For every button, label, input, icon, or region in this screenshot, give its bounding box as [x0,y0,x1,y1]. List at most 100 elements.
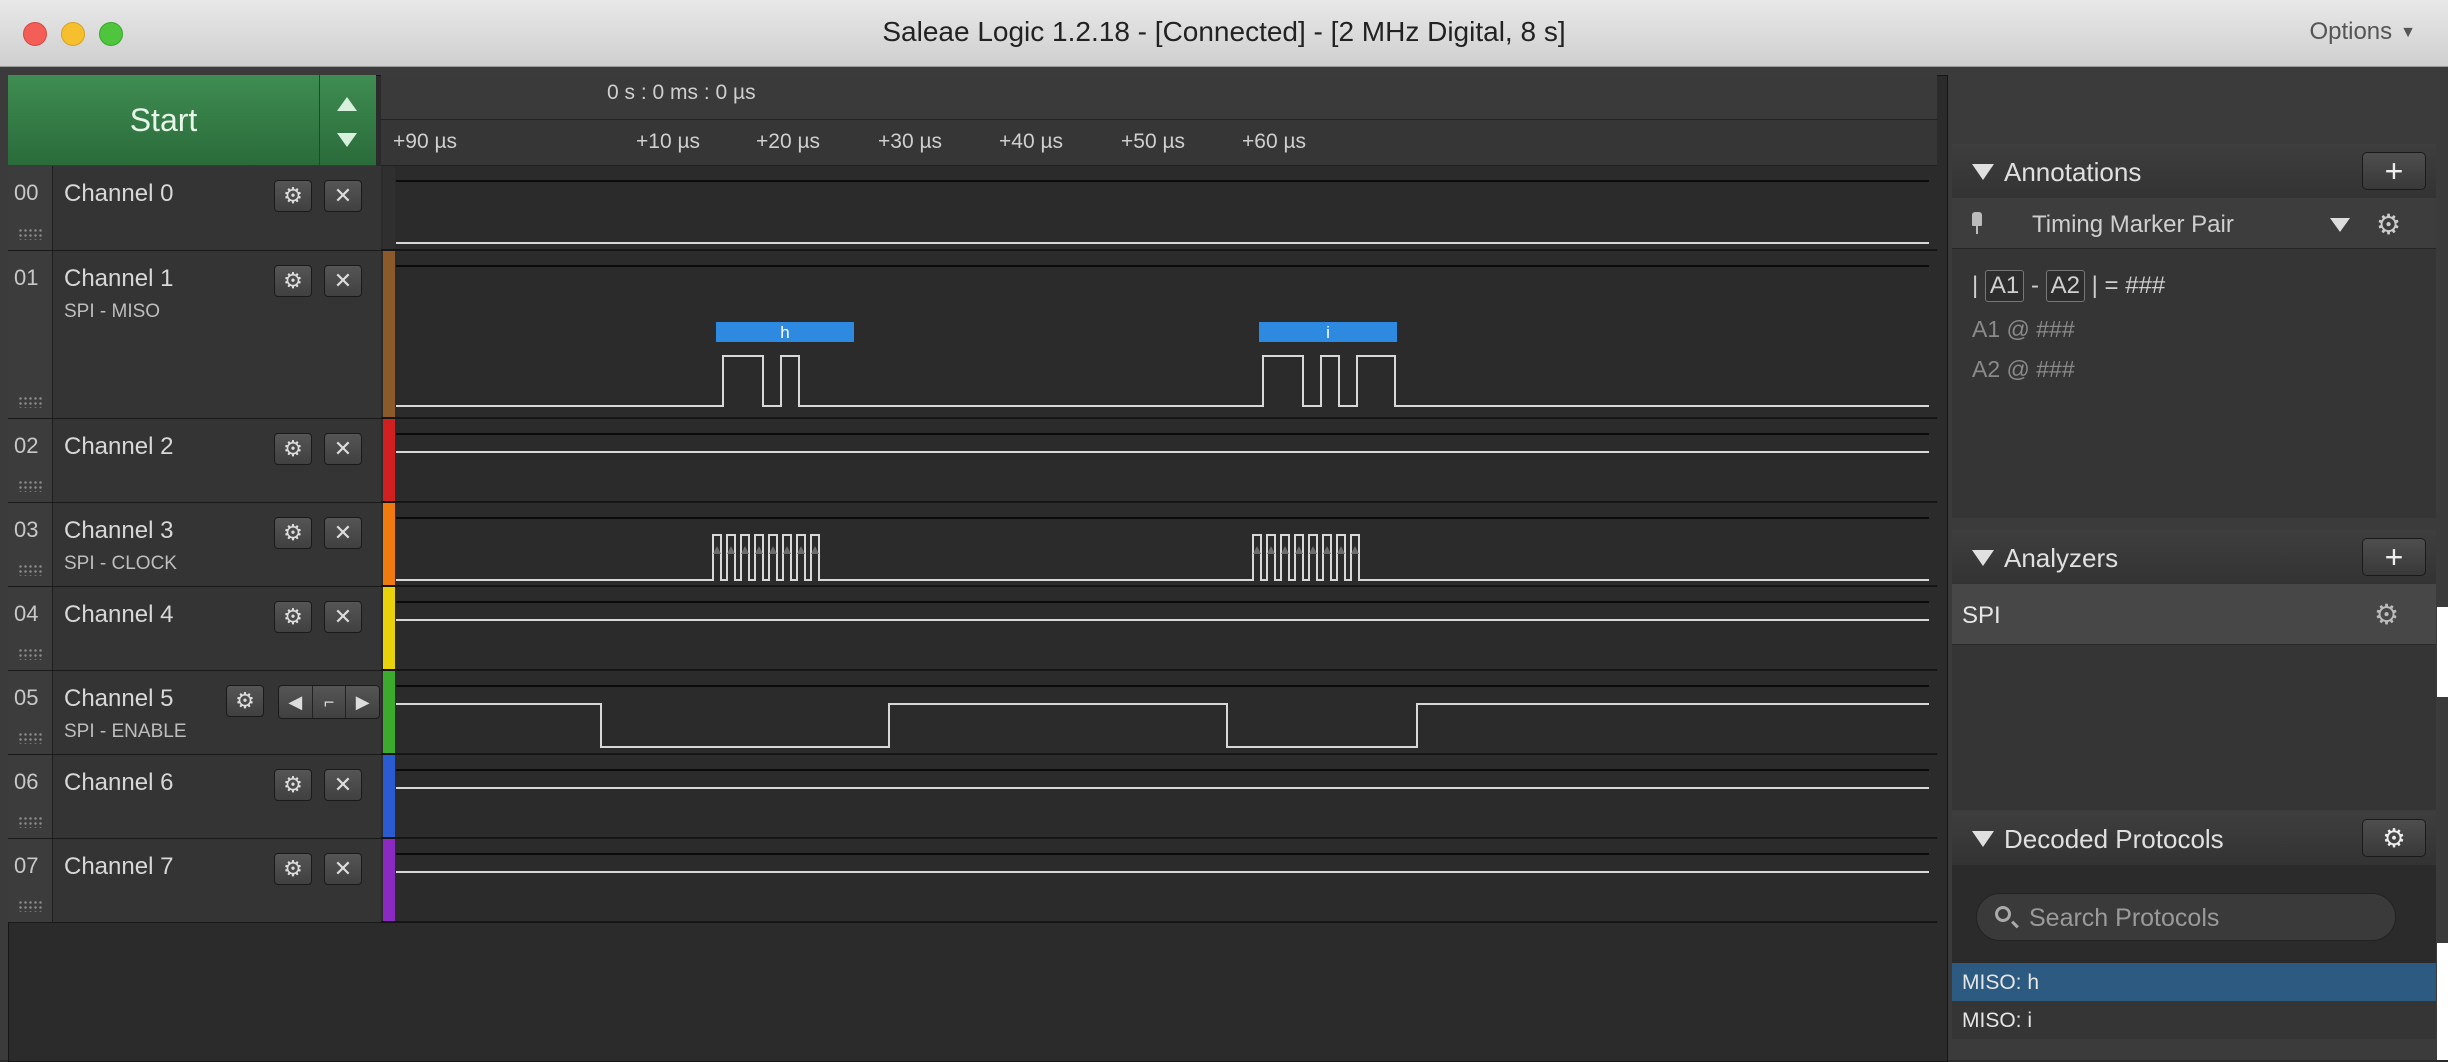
channel-analyzer-label: SPI - MISO [64,301,161,322]
a2-position: A2 @ ### [1972,356,2075,382]
channel-remove-button[interactable]: ✕ [324,517,362,549]
gear-icon: ⚙ [283,772,303,797]
main-area: Start 0 s : 0 ms : 0 µs +90 µs +10 µs +2… [0,67,2448,1062]
add-annotation-button[interactable]: + [2362,152,2426,190]
gear-icon: ⚙ [283,520,303,545]
previous-edge-button[interactable]: ◀ [279,686,313,718]
time-ruler[interactable]: +90 µs +10 µs +20 µs +30 µs +40 µs +50 µ… [381,120,1937,166]
close-icon: ✕ [333,604,353,629]
chevron-down-icon: ▼ [2400,23,2416,41]
channel-settings-button[interactable]: ⚙ [274,265,312,297]
channel-remove-button[interactable]: ✕ [324,265,362,297]
gear-icon[interactable]: ⚙ [2376,208,2401,241]
options-label: Options [2309,18,2393,45]
decoded-protocols-settings-button[interactable]: ⚙ [2362,819,2426,857]
search-protocols-field[interactable] [1976,893,2396,941]
annotations-panel: Timing Marker Pair ⚙ | A1 - A2 | = ### A… [1952,198,2436,518]
arrow-down-icon [337,133,357,147]
decoded-protocols-panel: MISO: h MISO: i [1952,865,2436,1060]
next-edge-button[interactable]: ▶ [346,686,379,718]
close-icon: ✕ [333,520,353,545]
gear-icon: ⚙ [283,604,303,629]
close-icon: ✕ [333,856,353,881]
channel-row-5[interactable]: 05 Channel 5 SPI - ENABLE ⚙ ◀ ⌐ ▶ [8,671,381,755]
channel-name: Channel 1 [64,265,174,292]
channel-settings-button[interactable]: ⚙ [226,685,264,717]
ruler-tick: +50 µs [1121,130,1186,153]
empty-row [1952,1039,2436,1060]
annotations-header[interactable]: Annotations + [1952,144,2436,199]
drag-handle-icon[interactable] [18,480,44,492]
channel-remove-button[interactable]: ✕ [324,601,362,633]
channel-row-4[interactable]: 04 Channel 4 ⚙ ✕ [8,587,381,671]
collapse-triangle-icon[interactable] [1972,550,1994,566]
start-options-button[interactable] [320,75,376,166]
edge-type-button[interactable]: ⌐ [313,686,347,718]
channel-remove-button[interactable]: ✕ [324,853,362,885]
chevron-down-icon[interactable] [2330,218,2350,232]
channel-settings-button[interactable]: ⚙ [274,433,312,465]
channel-settings-button[interactable]: ⚙ [274,601,312,633]
channel-row-6[interactable]: 06 Channel 6 ⚙ ✕ [8,755,381,839]
close-icon: ✕ [333,772,353,797]
edge-navigation[interactable]: ◀ ⌐ ▶ [278,685,380,719]
drag-handle-icon[interactable] [18,816,44,828]
channel-row-0[interactable]: 00 Channel 0 ⚙ ✕ [8,166,381,251]
drag-handle-icon[interactable] [18,648,44,660]
drag-handle-icon[interactable] [18,732,44,744]
decoded-protocols-title: Decoded Protocols [2004,824,2224,854]
collapse-triangle-icon[interactable] [1972,831,1994,847]
protocol-row[interactable]: MISO: i [1952,1001,2436,1039]
channel-number: 02 [8,419,53,502]
analyzer-item[interactable]: SPI ⚙ [1952,584,2436,645]
channel-settings-button[interactable]: ⚙ [274,517,312,549]
background-window-edge [2437,943,2448,1060]
decoded-protocols-header[interactable]: Decoded Protocols ⚙ [1952,811,2436,866]
channel-number: 07 [8,839,53,922]
channel-name: Channel 7 [64,853,174,880]
drag-handle-icon[interactable] [18,900,44,912]
a1-marker-button[interactable]: A1 [1984,270,2025,302]
chevron-right-icon: ▶ [355,691,370,712]
options-menu[interactable]: Options ▼ [2309,18,2416,46]
marker-pin-icon[interactable] [1972,212,1982,234]
channel-settings-button[interactable]: ⚙ [274,180,312,212]
channel-remove-button[interactable]: ✕ [324,433,362,465]
channel-row-7[interactable]: 07 Channel 7 ⚙ ✕ [8,839,381,923]
drag-handle-icon[interactable] [18,228,44,240]
waveform-display[interactable]: h i [381,165,1937,995]
cursor-time: 0 s : 0 ms : 0 µs [607,81,756,104]
channel-name: Channel 4 [64,601,174,628]
decoded-bubble-h-text: h [780,323,789,342]
search-icon [1995,906,2011,922]
channel-number: 01 [8,251,53,418]
channel-remove-button[interactable]: ✕ [324,769,362,801]
add-analyzer-button[interactable]: + [2362,538,2426,576]
arrow-up-icon [337,97,357,111]
channel-remove-button[interactable]: ✕ [324,180,362,212]
start-button[interactable]: Start [8,75,320,166]
falling-edge-icon: ⌐ [323,691,335,712]
channel-settings-button[interactable]: ⚙ [274,853,312,885]
analyzers-header[interactable]: Analyzers + [1952,530,2436,585]
search-input[interactable] [2027,902,2381,934]
channel-row-3[interactable]: 03 Channel 3 SPI - CLOCK ⚙ ✕ [8,503,381,587]
collapse-triangle-icon[interactable] [1972,164,1994,180]
a2-marker-button[interactable]: A2 [2045,270,2085,302]
gear-icon[interactable]: ⚙ [2374,598,2399,631]
marker-formula: | A1 - A2 | = ### [1972,270,2165,302]
channel-row-2[interactable]: 02 Channel 2 ⚙ ✕ [8,419,381,503]
time-cursor-bar: 0 s : 0 ms : 0 µs [381,75,1937,120]
drag-handle-icon[interactable] [18,564,44,576]
timing-marker-pair[interactable]: Timing Marker Pair ⚙ [1952,198,2436,249]
plus-icon: + [2384,152,2404,189]
channel-name: Channel 5 [64,685,174,712]
channel-row-1[interactable]: 01 Channel 1 SPI - MISO ⚙ ✕ [8,251,381,419]
marker-name: Timing Marker Pair [2032,211,2234,238]
channel-1-trace [396,355,1929,407]
drag-handle-icon[interactable] [18,396,44,408]
channel-number: 06 [8,755,53,838]
protocol-row[interactable]: MISO: h [1952,963,2436,1001]
channel-settings-button[interactable]: ⚙ [274,769,312,801]
channel-3-trace [396,534,1929,581]
